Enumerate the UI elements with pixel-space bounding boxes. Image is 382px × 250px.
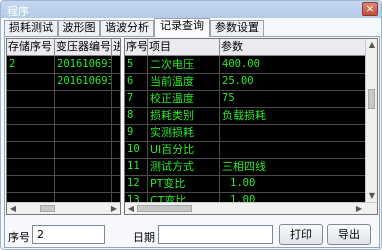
detail-row-seq[interactable]: 11 <box>125 158 147 175</box>
app-window: 程序 × 损耗测试 波形图 谐波分析 记录查询 参数设置 存储序号 变压器编号 … <box>0 0 382 250</box>
tab-bar: 损耗测试 波形图 谐波分析 记录查询 参数设置 <box>4 18 380 37</box>
col-header-transformer-no[interactable]: 变压器编号 <box>55 39 112 55</box>
title-bar: 程序 × <box>1 1 381 18</box>
detail-row-seq[interactable]: 7 <box>125 90 147 107</box>
scroll-thumb[interactable] <box>40 205 55 212</box>
left-row-1-storage-no[interactable]: 2 <box>7 56 54 73</box>
detail-table-hscrollbar[interactable]: ◀ ▶ <box>125 202 377 214</box>
scroll-thumb[interactable] <box>368 89 375 109</box>
scroll-down-icon[interactable]: ▼ <box>367 191 377 201</box>
detail-row-value[interactable]: 25.00 <box>220 73 360 90</box>
bottom-toolbar: 序号 2 日期 打印 导出 <box>4 219 380 249</box>
detail-row-item[interactable]: 损耗类别 <box>148 107 219 124</box>
scroll-right-icon[interactable]: ▶ <box>109 204 119 213</box>
detail-row-seq[interactable]: 9 <box>125 124 147 141</box>
records-panel: 存储序号 变压器编号 进 2 201610693 201610693 ◀ ▶ <box>4 36 380 248</box>
date-input[interactable] <box>158 225 273 244</box>
export-button[interactable]: 导出 <box>327 224 371 245</box>
detail-row-seq[interactable]: 12 <box>125 175 147 192</box>
detail-row-item[interactable]: PT变比 <box>148 175 219 192</box>
scroll-thumb[interactable] <box>137 205 192 212</box>
detail-row-item[interactable]: 实测损耗 <box>148 124 219 141</box>
seq-label: 序号 <box>8 231 30 244</box>
col-header-item[interactable]: 项目 <box>148 39 220 55</box>
detail-row-seq[interactable]: 8 <box>125 107 147 124</box>
detail-row-item[interactable]: UI百分比 <box>148 141 219 158</box>
tab-records[interactable]: 记录查询 <box>154 18 210 37</box>
col-header-param[interactable]: 参数 <box>220 39 365 55</box>
detail-row-value[interactable]: 负载损耗 <box>220 107 360 124</box>
detail-row-value[interactable] <box>220 141 360 158</box>
right-table-header: 序号 项目 参数 <box>125 39 365 56</box>
detail-row-item[interactable]: 测试方式 <box>148 158 219 175</box>
detail-table-vscrollbar[interactable]: ▲ ▼ <box>365 39 377 202</box>
window-title: 程序 <box>7 5 29 18</box>
detail-row-item[interactable]: 当前温度 <box>148 73 219 90</box>
left-table-hscrollbar[interactable]: ◀ ▶ <box>7 202 120 214</box>
detail-row-item[interactable]: 校正温度 <box>148 90 219 107</box>
record-detail-table[interactable]: 序号 项目 参数 5 二次电压 400.00 6 当前温度 25.00 7 校正… <box>124 38 378 215</box>
col-header-seq[interactable]: 序号 <box>125 39 148 55</box>
date-label: 日期 <box>133 231 155 244</box>
detail-row-value[interactable]: 1.00 <box>220 175 360 192</box>
col-header-storage-no[interactable]: 存储序号 <box>7 39 55 55</box>
detail-row-seq[interactable]: 5 <box>125 56 147 73</box>
scroll-left-icon[interactable]: ◀ <box>8 204 18 213</box>
tab-waveform[interactable]: 波形图 <box>58 20 100 36</box>
scroll-right-icon[interactable]: ▶ <box>354 204 364 213</box>
detail-row-value[interactable] <box>220 124 360 141</box>
tab-settings[interactable]: 参数设置 <box>210 20 264 36</box>
left-row-2-storage-no[interactable] <box>7 73 54 90</box>
col-header-extra[interactable]: 进 <box>112 39 120 55</box>
print-button[interactable]: 打印 <box>279 224 323 245</box>
detail-row-seq[interactable]: 10 <box>125 141 147 158</box>
detail-row-value[interactable]: 75 <box>220 90 360 107</box>
left-row-2-transformer-no[interactable]: 201610693 <box>55 73 111 90</box>
tab-loss-test[interactable]: 损耗测试 <box>4 20 58 36</box>
tab-harmonic[interactable]: 谐波分析 <box>100 20 154 36</box>
detail-row-value[interactable]: 400.00 <box>220 56 360 73</box>
detail-row-seq[interactable]: 6 <box>125 73 147 90</box>
seq-input[interactable]: 2 <box>32 225 105 244</box>
scroll-left-icon[interactable]: ◀ <box>126 204 136 213</box>
left-table-header: 存储序号 变压器编号 进 <box>7 39 120 56</box>
detail-row-value[interactable]: 三相四线 <box>220 158 360 175</box>
detail-row-item[interactable]: 二次电压 <box>148 56 219 73</box>
scroll-up-icon[interactable]: ▲ <box>367 40 377 50</box>
left-row-1-transformer-no[interactable]: 201610693 <box>55 56 111 73</box>
close-icon[interactable]: × <box>362 2 378 16</box>
records-list-table[interactable]: 存储序号 变压器编号 进 2 201610693 201610693 ◀ ▶ <box>6 38 121 215</box>
